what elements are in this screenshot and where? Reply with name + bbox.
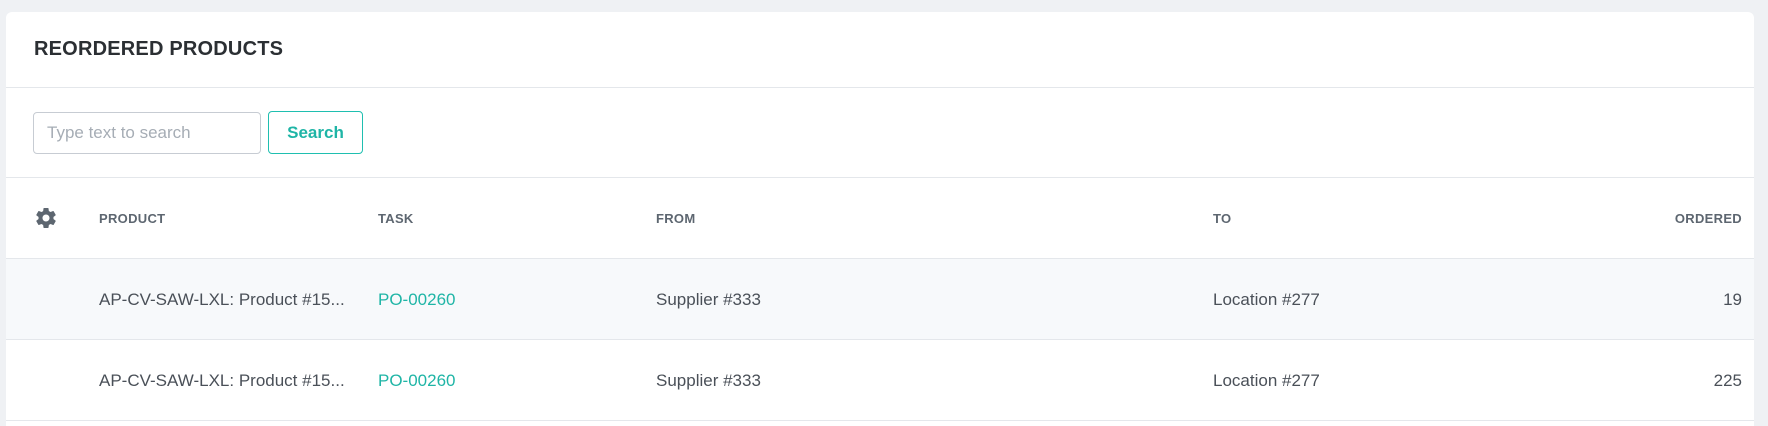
card-title: REORDERED PRODUCTS — [34, 38, 284, 60]
task-link[interactable]: PO-00260 — [378, 259, 456, 340]
search-input[interactable] — [33, 111, 261, 154]
table-header: PRODUCT TASK FROM TO ORDERED — [6, 178, 1754, 259]
column-header-from[interactable]: FROM — [656, 178, 695, 259]
cell-product: AP-CV-SAW-LXL: Product #15... — [99, 289, 345, 309]
column-header-ordered[interactable]: ORDERED — [1675, 178, 1742, 259]
column-header-product[interactable]: PRODUCT — [99, 178, 165, 259]
reordered-products-card: REORDERED PRODUCTS Search PRODUCT TASK F… — [6, 12, 1754, 426]
search-toolbar: Search — [6, 88, 1754, 178]
card-header: REORDERED PRODUCTS — [6, 12, 1754, 88]
cell-product: AP-CV-SAW-LXL: Product #15... — [99, 370, 345, 390]
cell-to: Location #277 — [1213, 370, 1320, 390]
cell-from: Supplier #333 — [656, 370, 761, 390]
gear-icon[interactable] — [34, 206, 58, 230]
cell-ordered: 225 — [1713, 370, 1742, 390]
cell-to: Location #277 — [1213, 289, 1320, 309]
cell-ordered: 19 — [1723, 289, 1742, 309]
cell-from: Supplier #333 — [656, 289, 761, 309]
column-header-task[interactable]: TASK — [378, 178, 414, 259]
search-button[interactable]: Search — [268, 111, 363, 154]
table-row: AP-CV-SAW-LXL: Product #15... PO-00260 S… — [6, 340, 1754, 421]
task-link[interactable]: PO-00260 — [378, 340, 456, 421]
column-header-to[interactable]: TO — [1213, 178, 1231, 259]
table-row: AP-CV-SAW-LXL: Product #15... PO-00260 S… — [6, 259, 1754, 340]
